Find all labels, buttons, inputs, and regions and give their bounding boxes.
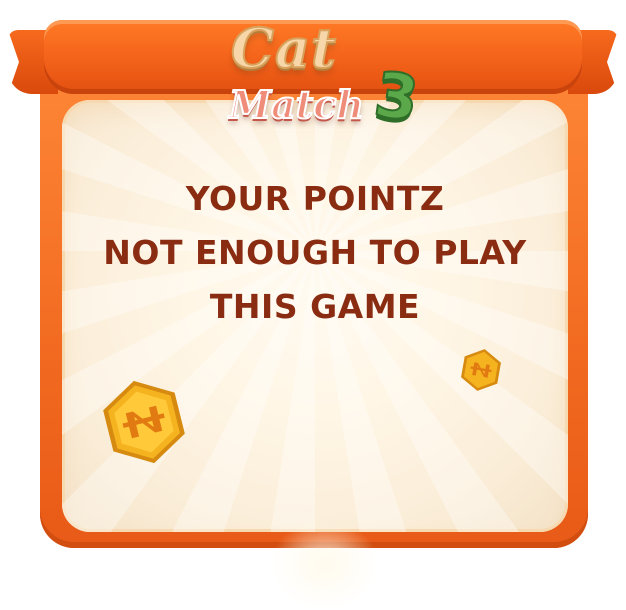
bottom-glow [270, 520, 380, 610]
message-line-2: NOT ENOUGH TO PLAY [103, 233, 527, 272]
message-line-3: THIS GAME [209, 287, 421, 326]
logo-word-match: Match [228, 81, 365, 128]
logo-number: 3 [369, 56, 424, 136]
logo-word-cat: Cat [230, 15, 337, 81]
game-logo: Cat Match 3 [225, 15, 425, 146]
insufficient-points-message: YOUR POINTZ NOT ENOUGH TO PLAY THIS GAME [62, 172, 568, 334]
coin-icon [461, 349, 501, 391]
message-line-1: YOUR POINTZ [185, 179, 445, 218]
